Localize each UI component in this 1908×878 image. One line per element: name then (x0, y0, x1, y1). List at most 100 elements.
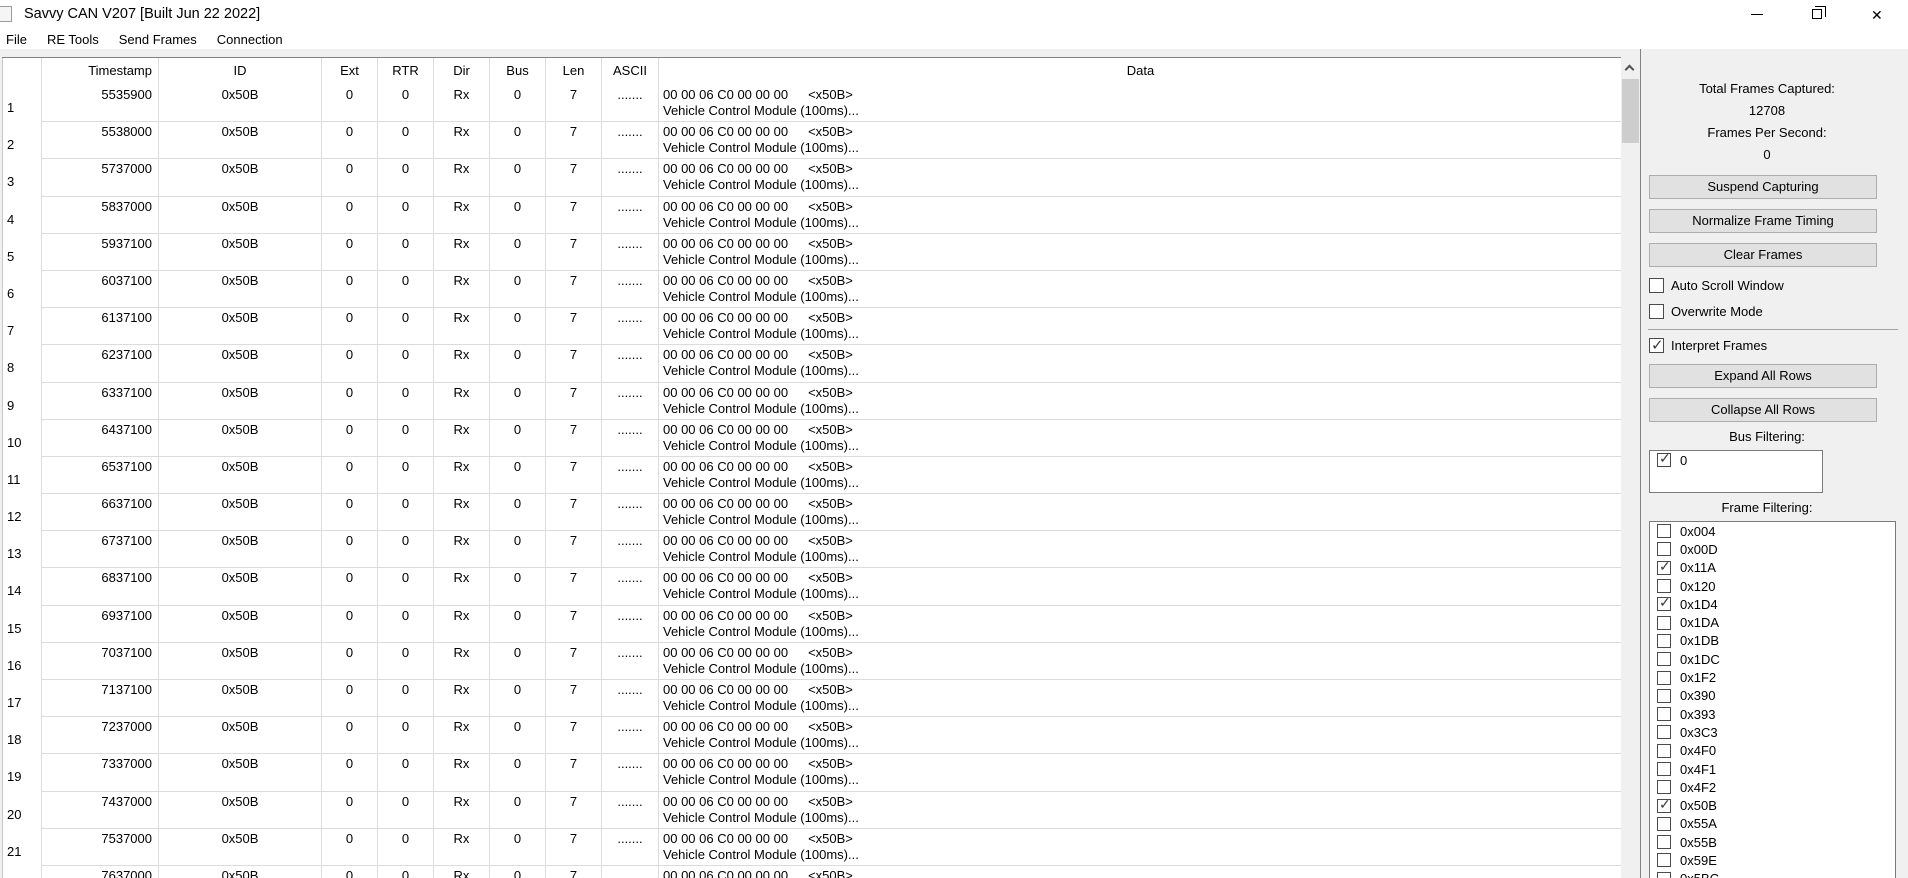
cell-len: 7 (545, 680, 601, 717)
restore-button[interactable] (1794, 0, 1840, 30)
row-number: 16 (7, 658, 37, 673)
cell-data: 00 00 06 C0 00 00 00<x50B> Vehicle Contr… (658, 383, 1618, 420)
table-row[interactable]: 8 6237100 0x50B 0 0 Rx 0 7 ....... 00 00… (3, 345, 1621, 382)
cell-len: 7 (545, 234, 601, 271)
table-row[interactable]: 12 6637100 0x50B 0 0 Rx 0 7 ....... 00 0… (3, 494, 1621, 531)
table-row[interactable]: 21 7537000 0x50B 0 0 Rx 0 7 ....... 00 0… (3, 829, 1621, 866)
auto-scroll-checkbox[interactable]: ✓ Auto Scroll Window (1649, 278, 1784, 293)
table-row[interactable]: 15 6937100 0x50B 0 0 Rx 0 7 ....... 00 0… (3, 606, 1621, 643)
column-header-len[interactable]: Len (545, 58, 601, 85)
scrollbar-up-button[interactable] (1621, 58, 1640, 77)
menu-item-file[interactable]: File (0, 31, 37, 48)
checkbox-box: ✓ (1657, 597, 1671, 611)
cell-ascii: ....... (601, 792, 658, 829)
filter-item-0x00D[interactable]: ✓ 0x00D (1650, 540, 1895, 558)
clear-frames-button[interactable]: Clear Frames (1649, 243, 1877, 267)
cell-data: 00 00 06 C0 00 00 00<x50B> Vehicle Contr… (658, 717, 1618, 754)
cell-rtr: 0 (377, 829, 433, 866)
filter-item-0x4F0[interactable]: ✓ 0x4F0 (1650, 742, 1895, 760)
filter-item-0x55A[interactable]: ✓ 0x55A (1650, 815, 1895, 833)
data-interpretation-line: Vehicle Control Module (100ms)... (663, 549, 1618, 565)
overwrite-mode-checkbox[interactable]: ✓ Overwrite Mode (1649, 304, 1763, 319)
column-header-bus[interactable]: Bus (489, 58, 545, 85)
cell-len: 7 (545, 643, 601, 680)
filter-item-0x1DA[interactable]: ✓ 0x1DA (1650, 613, 1895, 631)
filter-item-0x11A[interactable]: ✓ 0x11A (1650, 559, 1895, 577)
suspend-capturing-button[interactable]: Suspend Capturing (1649, 175, 1877, 199)
cell-ext: 0 (321, 159, 377, 196)
filter-item-0x55B[interactable]: ✓ 0x55B (1650, 833, 1895, 851)
filter-item-0x120[interactable]: ✓ 0x120 (1650, 577, 1895, 595)
filter-item-0x59E[interactable]: ✓ 0x59E (1650, 851, 1895, 869)
filter-item-0x390[interactable]: ✓ 0x390 (1650, 687, 1895, 705)
table-row[interactable]: 5 5937100 0x50B 0 0 Rx 0 7 ....... 00 00… (3, 234, 1621, 271)
filter-item-0x4F1[interactable]: ✓ 0x4F1 (1650, 760, 1895, 778)
close-button[interactable]: ✕ (1855, 0, 1901, 30)
table-row[interactable]: 18 7237000 0x50B 0 0 Rx 0 7 ....... 00 0… (3, 717, 1621, 754)
menu-item-connection[interactable]: Connection (207, 31, 293, 48)
interpret-frames-checkbox[interactable]: ✓ Interpret Frames (1649, 338, 1767, 353)
cell-ascii: ....... (601, 531, 658, 568)
filter-item-0[interactable]: ✓ 0 (1650, 451, 1822, 469)
cell-id: 0x50B (158, 792, 321, 829)
normalize-frame-timing-button[interactable]: Normalize Frame Timing (1649, 209, 1877, 233)
filter-item-0x1F2[interactable]: ✓ 0x1F2 (1650, 668, 1895, 686)
filter-item-0x50B[interactable]: ✓ 0x50B (1650, 796, 1895, 814)
row-number: 20 (7, 807, 37, 822)
table-row[interactable]: 6 6037100 0x50B 0 0 Rx 0 7 ....... 00 00… (3, 271, 1621, 308)
column-header-ext[interactable]: Ext (321, 58, 377, 85)
filter-item-0x5BC[interactable]: ✓ 0x5BC (1650, 870, 1895, 878)
filter-item-0x393[interactable]: ✓ 0x393 (1650, 705, 1895, 723)
menu-item-send-frames[interactable]: Send Frames (109, 31, 207, 48)
data-hex-line: 00 00 06 C0 00 00 00<x50B> (663, 831, 1618, 847)
scrollbar-thumb[interactable] (1622, 79, 1639, 143)
table-row[interactable]: 1 5535900 0x50B 0 0 Rx 0 7 ....... 00 00… (3, 85, 1621, 122)
cell-bus: 0 (489, 680, 545, 717)
table-row[interactable]: 17 7137100 0x50B 0 0 Rx 0 7 ....... 00 0… (3, 680, 1621, 717)
table-row[interactable]: 7 6137100 0x50B 0 0 Rx 0 7 ....... 00 00… (3, 308, 1621, 345)
table-row[interactable]: 13 6737100 0x50B 0 0 Rx 0 7 ....... 00 0… (3, 531, 1621, 568)
table-row[interactable]: 3 5737000 0x50B 0 0 Rx 0 7 ....... 00 00… (3, 159, 1621, 196)
expand-all-rows-button[interactable]: Expand All Rows (1649, 364, 1877, 388)
filter-item-0x1D4[interactable]: ✓ 0x1D4 (1650, 595, 1895, 613)
table-row[interactable]: 4 5837000 0x50B 0 0 Rx 0 7 ....... 00 00… (3, 197, 1621, 234)
table-row[interactable]: 9 6337100 0x50B 0 0 Rx 0 7 ....... 00 00… (3, 383, 1621, 420)
cell-dir: Rx (433, 754, 489, 791)
menu-item-re-tools[interactable]: RE Tools (37, 31, 109, 48)
table-row[interactable]: 14 6837100 0x50B 0 0 Rx 0 7 ....... 00 0… (3, 568, 1621, 605)
data-hex-line: 00 00 06 C0 00 00 00<x50B> (663, 385, 1618, 401)
column-header-data[interactable]: Data (658, 58, 1618, 85)
cell-rtr: 0 (377, 531, 433, 568)
cell-dir: Rx (433, 383, 489, 420)
cell-len: 7 (545, 420, 601, 457)
filter-item-0x4F2[interactable]: ✓ 0x4F2 (1650, 778, 1895, 796)
data-interpretation-line: Vehicle Control Module (100ms)... (663, 438, 1618, 454)
column-header-id[interactable]: ID (158, 58, 321, 85)
bus-filtering-label: Bus Filtering: (1649, 429, 1885, 444)
total-frames-label: Total Frames Captured: (1649, 81, 1885, 96)
table-row[interactable]: 20 7437000 0x50B 0 0 Rx 0 7 ....... 00 0… (3, 792, 1621, 829)
filter-item-0x004[interactable]: ✓ 0x004 (1650, 522, 1895, 540)
table-row[interactable]: 10 6437100 0x50B 0 0 Rx 0 7 ....... 00 0… (3, 420, 1621, 457)
collapse-all-rows-button[interactable]: Collapse All Rows (1649, 398, 1877, 422)
cell-rtr: 0 (377, 122, 433, 159)
filter-label: 0x390 (1680, 688, 1715, 703)
table-row[interactable]: 2 5538000 0x50B 0 0 Rx 0 7 ....... 00 00… (3, 122, 1621, 159)
table-row[interactable]: 16 7037100 0x50B 0 0 Rx 0 7 ....... 00 0… (3, 643, 1621, 680)
column-header-rtr[interactable]: RTR (377, 58, 433, 85)
table-row[interactable]: 11 6537100 0x50B 0 0 Rx 0 7 ....... 00 0… (3, 457, 1621, 494)
column-header-ascii[interactable]: ASCII (601, 58, 658, 85)
minimize-button[interactable] (1734, 0, 1780, 30)
column-header-dir[interactable]: Dir (433, 58, 489, 85)
cell-dir: Rx (433, 717, 489, 754)
column-header-timestamp[interactable]: Timestamp (41, 58, 158, 85)
row-number: 11 (7, 472, 37, 487)
filter-item-0x1DB[interactable]: ✓ 0x1DB (1650, 632, 1895, 650)
table-row[interactable]: 22 7637000 0x50B 0 0 Rx 0 7 ....... 00 0… (3, 866, 1621, 878)
data-hex-line: 00 00 06 C0 00 00 00<x50B> (663, 161, 1618, 177)
frames-table: Timestamp ID Ext RTR Dir Bus Len ASCII D… (2, 58, 1621, 878)
table-scrollbar[interactable] (1621, 58, 1640, 878)
filter-item-0x3C3[interactable]: ✓ 0x3C3 (1650, 723, 1895, 741)
table-row[interactable]: 19 7337000 0x50B 0 0 Rx 0 7 ....... 00 0… (3, 754, 1621, 791)
filter-item-0x1DC[interactable]: ✓ 0x1DC (1650, 650, 1895, 668)
